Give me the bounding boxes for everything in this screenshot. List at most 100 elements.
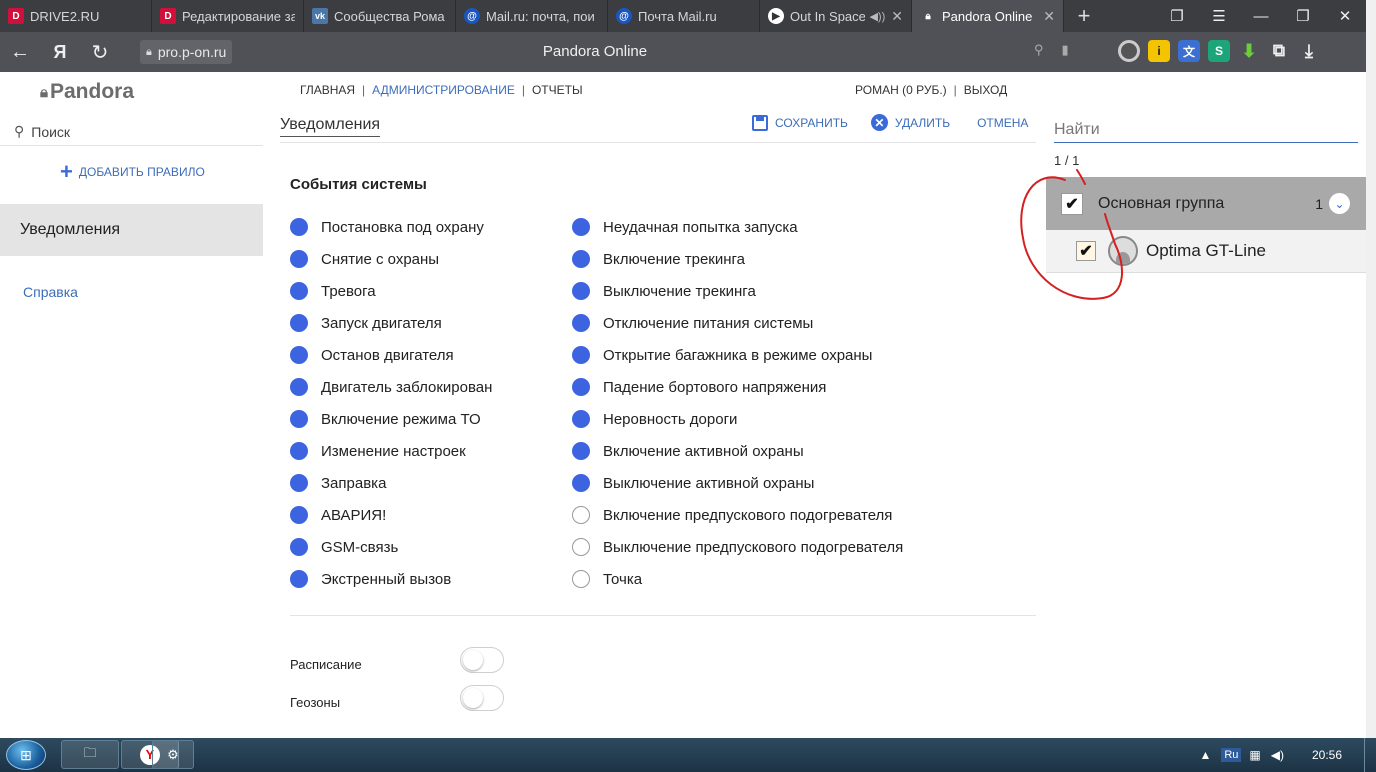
taskbar-explorer-button[interactable]: 🗀 <box>61 740 119 769</box>
menu-icon[interactable]: ☰ <box>1198 0 1240 32</box>
speaker-icon[interactable]: ◀)) <box>869 10 885 23</box>
save-button[interactable]: СОХРАНИТЬ <box>752 114 848 131</box>
tab-drive2[interactable]: D DRIVE2.RU <box>0 0 152 32</box>
extension-sync-icon[interactable]: S <box>1208 40 1230 62</box>
close-window-icon[interactable]: ✕ <box>1324 0 1366 32</box>
event-item[interactable]: Включение режима ТО <box>290 403 492 435</box>
event-enabled-indicator[interactable] <box>290 506 308 524</box>
event-disabled-indicator[interactable] <box>572 538 590 556</box>
event-item[interactable]: Включение предпускового подогревателя <box>572 499 903 531</box>
event-enabled-indicator[interactable] <box>290 538 308 556</box>
event-item[interactable]: Открытие багажника в режиме охраны <box>572 339 903 371</box>
nav-admin[interactable]: АДМИНИСТРИРОВАНИЕ <box>372 83 515 97</box>
tab-vk-community[interactable]: vk Сообщества Рома <box>304 0 456 32</box>
tabs-overview-icon[interactable]: ❐ <box>1156 0 1198 32</box>
add-rule-button[interactable]: + ДОБАВИТЬ ПРАВИЛО <box>60 161 205 183</box>
minimize-icon[interactable]: — <box>1240 0 1282 32</box>
taskbar-app-button[interactable]: ⚙ <box>152 740 194 769</box>
event-item[interactable]: Точка <box>572 563 903 595</box>
group-row[interactable]: ✔ Основная группа 1 ⌄ <box>1046 177 1366 230</box>
downloads-icon[interactable]: ⤓ <box>1298 40 1320 62</box>
event-item[interactable]: Падение бортового напряжения <box>572 371 903 403</box>
event-enabled-indicator[interactable] <box>290 442 308 460</box>
event-enabled-indicator[interactable] <box>572 218 590 236</box>
nav-home[interactable]: ГЛАВНАЯ <box>300 83 355 97</box>
new-tab-button[interactable]: + <box>1064 0 1104 32</box>
event-item[interactable]: Запуск двигателя <box>290 307 492 339</box>
event-item[interactable]: Останов двигателя <box>290 339 492 371</box>
tab-pandora-online[interactable]: 🔒︎ Pandora Online ✕ <box>912 0 1064 32</box>
event-item[interactable]: Выключение предпускового подогревателя <box>572 531 903 563</box>
event-item[interactable]: Экстренный вызов <box>290 563 492 595</box>
event-item[interactable]: GSM-связь <box>290 531 492 563</box>
event-enabled-indicator[interactable] <box>572 378 590 396</box>
page-scrollbar[interactable] <box>1366 0 1376 740</box>
extension-info-icon[interactable]: i <box>1148 40 1170 62</box>
event-disabled-indicator[interactable] <box>572 506 590 524</box>
restore-icon[interactable]: ❐ <box>1282 0 1324 32</box>
event-enabled-indicator[interactable] <box>572 410 590 428</box>
event-enabled-indicator[interactable] <box>572 314 590 332</box>
event-item[interactable]: Отключение питания системы <box>572 307 903 339</box>
sidebar-item-notifications[interactable]: Уведомления <box>0 204 263 256</box>
find-input[interactable]: Найти <box>1054 121 1358 143</box>
extension-circle-icon[interactable] <box>1118 40 1140 62</box>
tray-arrow-icon[interactable]: ▲ <box>1199 748 1211 762</box>
event-enabled-indicator[interactable] <box>572 442 590 460</box>
volume-icon[interactable]: ◀) <box>1271 748 1284 762</box>
help-link[interactable]: Справка <box>23 284 78 300</box>
event-disabled-indicator[interactable] <box>572 570 590 588</box>
sidebar-search[interactable]: ⚲ Поиск <box>14 123 70 140</box>
group-checkbox[interactable]: ✔ <box>1061 192 1083 215</box>
event-item[interactable]: Тревога <box>290 275 492 307</box>
event-item[interactable]: Включение трекинга <box>572 243 903 275</box>
tab-out-in-space[interactable]: ▶ Out In Space ◀)) ✕ <box>760 0 912 32</box>
event-item[interactable]: Двигатель заблокирован <box>290 371 492 403</box>
event-item[interactable]: Включение активной охраны <box>572 435 903 467</box>
event-item[interactable]: Изменение настроек <box>290 435 492 467</box>
nav-reports[interactable]: ОТЧЕТЫ <box>532 83 583 97</box>
tab-drive2-edit[interactable]: D Редактирование за <box>152 0 304 32</box>
logout-link[interactable]: ВЫХОД <box>964 83 1007 97</box>
schedule-toggle[interactable] <box>460 647 504 673</box>
device-checkbox[interactable]: ✔ <box>1076 241 1096 261</box>
close-tab-icon[interactable]: ✕ <box>1043 8 1055 25</box>
translate-icon[interactable]: 文 <box>1178 40 1200 62</box>
event-item[interactable]: АВАРИЯ! <box>290 499 492 531</box>
show-desktop-button[interactable] <box>1364 738 1376 772</box>
geozones-toggle[interactable] <box>460 685 504 711</box>
delete-button[interactable]: ✕ УДАЛИТЬ <box>870 114 950 131</box>
cancel-button[interactable]: ОТМЕНА <box>977 116 1028 130</box>
event-item[interactable]: Снятие с охраны <box>290 243 492 275</box>
network-icon[interactable]: ▦ <box>1249 748 1260 762</box>
event-item[interactable]: Выключение трекинга <box>572 275 903 307</box>
event-enabled-indicator[interactable] <box>290 218 308 236</box>
event-enabled-indicator[interactable] <box>290 474 308 492</box>
event-enabled-indicator[interactable] <box>572 346 590 364</box>
bookmark-icon[interactable]: ▮ <box>1062 42 1069 58</box>
pandora-logo[interactable]: 🔒︎ Pandora <box>40 80 134 104</box>
event-enabled-indicator[interactable] <box>572 474 590 492</box>
event-enabled-indicator[interactable] <box>290 346 308 364</box>
extensions-icon[interactable]: ⧉ <box>1268 40 1290 62</box>
event-enabled-indicator[interactable] <box>290 282 308 300</box>
event-enabled-indicator[interactable] <box>572 250 590 268</box>
event-enabled-indicator[interactable] <box>290 314 308 332</box>
language-indicator[interactable]: Ru <box>1221 748 1242 762</box>
event-enabled-indicator[interactable] <box>290 250 308 268</box>
close-tab-icon[interactable]: ✕ <box>891 8 903 25</box>
clock[interactable]: 20:56 <box>1312 748 1342 762</box>
event-enabled-indicator[interactable] <box>290 378 308 396</box>
location-pin-icon[interactable]: ⚲ <box>1034 42 1044 58</box>
event-item[interactable]: Постановка под охрану <box>290 211 492 243</box>
event-item[interactable]: Выключение активной охраны <box>572 467 903 499</box>
tab-mail-ru[interactable]: @ Mail.ru: почта, пои <box>456 0 608 32</box>
event-item[interactable]: Неудачная попытка запуска <box>572 211 903 243</box>
device-row[interactable]: ✔ Optima GT-Line <box>1046 230 1366 273</box>
tab-mail-inbox[interactable]: @ Почта Mail.ru <box>608 0 760 32</box>
event-enabled-indicator[interactable] <box>290 410 308 428</box>
chevron-down-icon[interactable]: ⌄ <box>1329 193 1350 214</box>
windows-start-icon[interactable]: ⊞ <box>6 740 46 770</box>
event-item[interactable]: Неровность дороги <box>572 403 903 435</box>
download-helper-icon[interactable]: ⬇ <box>1238 40 1260 62</box>
